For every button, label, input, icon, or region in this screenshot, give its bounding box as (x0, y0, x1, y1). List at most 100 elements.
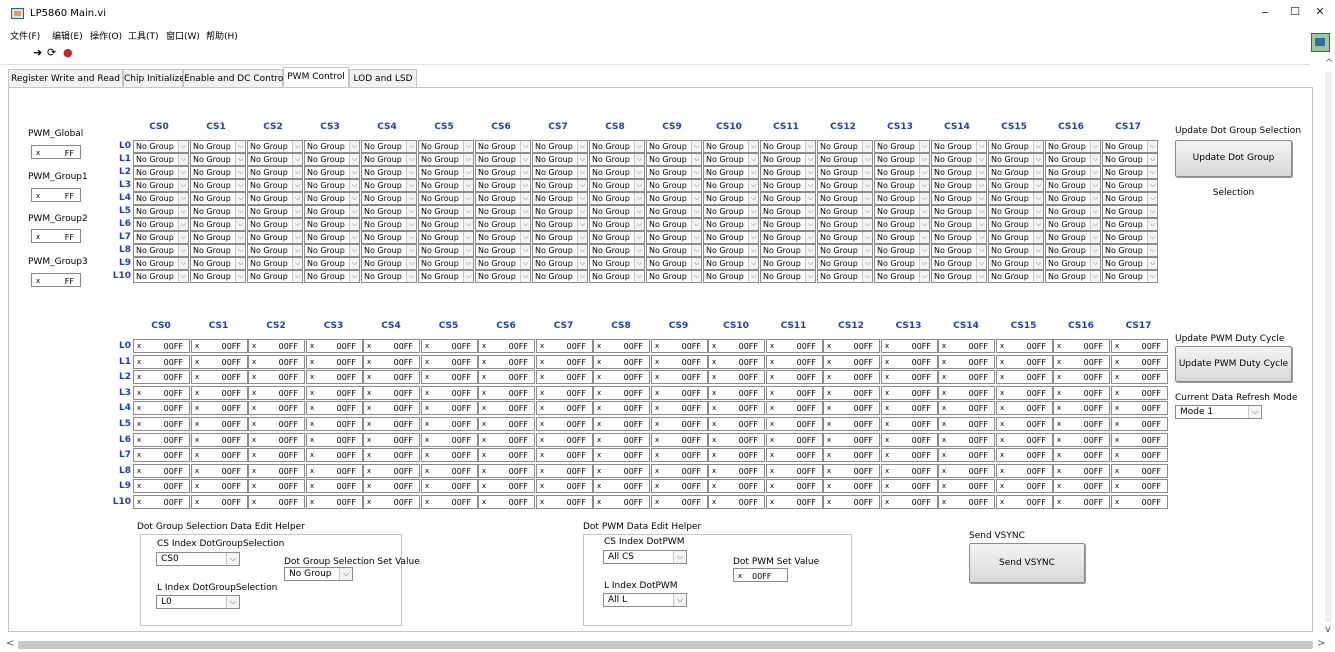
group-select-cell[interactable]: No Group ⌵ (874, 153, 930, 166)
group-select-cell[interactable]: No Group ⌵ (133, 231, 189, 244)
pwm-value-cell[interactable]: x 00FF (1053, 417, 1110, 431)
pwm-value-cell[interactable]: x 00FF (996, 448, 1053, 462)
pwm-value-cell[interactable]: x 00FF (766, 355, 823, 369)
pwm-value-cell[interactable]: x 00FF (881, 370, 938, 384)
group-select-cell[interactable]: No Group ⌵ (703, 166, 759, 179)
pwm-value-cell[interactable]: x 00FF (536, 417, 593, 431)
group-select-cell[interactable]: No Group ⌵ (817, 231, 873, 244)
group-select-cell[interactable]: No Group ⌵ (589, 153, 645, 166)
group-select-cell[interactable]: No Group ⌵ (190, 153, 246, 166)
pwm-value-cell[interactable]: x 00FF (593, 339, 650, 353)
pwm-value-cell[interactable]: x 00FF (766, 495, 823, 509)
group-select-cell[interactable]: No Group ⌵ (475, 270, 531, 283)
group-select-cell[interactable]: No Group ⌵ (760, 270, 816, 283)
pwm-value-cell[interactable]: x 00FF (248, 495, 305, 509)
group-select-cell[interactable]: No Group ⌵ (589, 244, 645, 257)
group-select-cell[interactable]: No Group ⌵ (988, 270, 1044, 283)
group-select-cell[interactable]: No Group ⌵ (475, 166, 531, 179)
group-select-cell[interactable]: No Group ⌵ (646, 218, 702, 231)
group-select-cell[interactable]: No Group ⌵ (532, 270, 588, 283)
pwm-value-cell[interactable]: x 00FF (938, 370, 995, 384)
group-select-cell[interactable]: No Group ⌵ (133, 192, 189, 205)
group-select-cell[interactable]: No Group ⌵ (475, 179, 531, 192)
group-select-cell[interactable]: No Group ⌵ (1102, 270, 1158, 283)
close-button[interactable]: ✕ (1309, 5, 1331, 21)
pwm-value-cell[interactable]: x 00FF (823, 355, 880, 369)
pwm-value-cell[interactable]: x 00FF (651, 448, 708, 462)
group-select-cell[interactable]: No Group ⌵ (931, 231, 987, 244)
group-select-cell[interactable]: No Group ⌵ (418, 166, 474, 179)
group-select-cell[interactable]: No Group ⌵ (1102, 153, 1158, 166)
pwm-value-cell[interactable]: x 00FF (766, 417, 823, 431)
tab-chip-initialize[interactable]: Chip Initialize (123, 69, 185, 88)
pwm-value-cell[interactable]: x 00FF (1111, 464, 1168, 478)
group-select-cell[interactable]: No Group ⌵ (1102, 166, 1158, 179)
pwm-value-cell[interactable]: x 00FF (1053, 448, 1110, 462)
pwm-value-cell[interactable]: x 00FF (536, 370, 593, 384)
pwm-value-cell[interactable]: x 00FF (363, 355, 420, 369)
update-pwm-button[interactable]: Update PWM Duty Cycle (1175, 346, 1292, 382)
group-select-cell[interactable]: No Group ⌵ (817, 257, 873, 270)
pwm-value-cell[interactable]: x 00FF (1111, 495, 1168, 509)
group-select-cell[interactable]: No Group ⌵ (304, 153, 360, 166)
pwm-value-cell[interactable]: x 00FF (191, 433, 248, 447)
group-select-cell[interactable]: No Group ⌵ (475, 205, 531, 218)
group-select-cell[interactable]: No Group ⌵ (304, 257, 360, 270)
pwm-value-cell[interactable]: x 00FF (248, 417, 305, 431)
group-select-cell[interactable]: No Group ⌵ (1102, 257, 1158, 270)
group-select-cell[interactable]: No Group ⌵ (931, 244, 987, 257)
pwm-value-cell[interactable]: x 00FF (248, 370, 305, 384)
group-select-cell[interactable]: No Group ⌵ (874, 140, 930, 153)
pwm-value-cell[interactable]: x 00FF (133, 464, 190, 478)
pwm-value-cell[interactable]: x 00FF (938, 479, 995, 493)
group-select-cell[interactable]: No Group ⌵ (190, 140, 246, 153)
pwm-value-cell[interactable]: x 00FF (593, 495, 650, 509)
group-select-cell[interactable]: No Group ⌵ (190, 192, 246, 205)
group-select-cell[interactable]: No Group ⌵ (247, 218, 303, 231)
pwm-value-cell[interactable]: x 00FF (248, 464, 305, 478)
group-select-cell[interactable]: No Group ⌵ (304, 205, 360, 218)
pwm-value-cell[interactable]: x 00FF (938, 464, 995, 478)
group-select-cell[interactable]: No Group ⌵ (1045, 205, 1101, 218)
group-select-cell[interactable]: No Group ⌵ (475, 153, 531, 166)
group-select-cell[interactable]: No Group ⌵ (874, 231, 930, 244)
pwm-value-cell[interactable]: x 00FF (1053, 433, 1110, 447)
pwm-value-cell[interactable]: x 00FF (306, 433, 363, 447)
group-select-cell[interactable]: No Group ⌵ (874, 270, 930, 283)
group-select-cell[interactable]: No Group ⌵ (931, 153, 987, 166)
pwm-value-cell[interactable]: x 00FF (191, 355, 248, 369)
group-select-cell[interactable]: No Group ⌵ (703, 205, 759, 218)
pwm-value-cell[interactable]: x 00FF (363, 495, 420, 509)
group-select-cell[interactable]: No Group ⌵ (817, 218, 873, 231)
pwm-value-cell[interactable]: x 00FF (191, 495, 248, 509)
group-select-cell[interactable]: No Group ⌵ (988, 205, 1044, 218)
pwm-value-cell[interactable]: x 00FF (593, 433, 650, 447)
group-select-cell[interactable]: No Group ⌵ (1102, 218, 1158, 231)
group-select-cell[interactable]: No Group ⌵ (418, 231, 474, 244)
pwm-value-cell[interactable]: x 00FF (651, 386, 708, 400)
pwm-value-cell[interactable]: x 00FF (421, 386, 478, 400)
group-select-cell[interactable]: No Group ⌵ (133, 179, 189, 192)
pwm-value-cell[interactable]: x 00FF (651, 355, 708, 369)
pwm-value-cell[interactable]: x 00FF (478, 495, 535, 509)
pwm-value-cell[interactable]: x 00FF (881, 433, 938, 447)
group-select-cell[interactable]: No Group ⌵ (874, 205, 930, 218)
group-select-cell[interactable]: No Group ⌵ (304, 140, 360, 153)
pwm-value-cell[interactable]: x 00FF (1053, 386, 1110, 400)
scroll-up-icon[interactable]: ^ (1325, 58, 1333, 69)
group-select-cell[interactable]: No Group ⌵ (190, 166, 246, 179)
group-select-cell[interactable]: No Group ⌵ (418, 140, 474, 153)
group-select-cell[interactable]: No Group ⌵ (190, 218, 246, 231)
pwm-value-cell[interactable]: x 00FF (421, 355, 478, 369)
pwm-value-cell[interactable]: x 00FF (478, 386, 535, 400)
pwm-value-cell[interactable]: x 00FF (881, 339, 938, 353)
group-select-cell[interactable]: No Group ⌵ (760, 192, 816, 205)
minimize-button[interactable]: – (1254, 5, 1276, 21)
group-select-cell[interactable]: No Group ⌵ (646, 153, 702, 166)
group-select-cell[interactable]: No Group ⌵ (646, 244, 702, 257)
pwm-value-cell[interactable]: x 00FF (478, 370, 535, 384)
group-select-cell[interactable]: No Group ⌵ (1045, 192, 1101, 205)
group-select-cell[interactable]: No Group ⌵ (532, 140, 588, 153)
pwm-value-cell[interactable]: x 00FF (708, 370, 765, 384)
pwm-value-cell[interactable]: x 00FF (478, 479, 535, 493)
